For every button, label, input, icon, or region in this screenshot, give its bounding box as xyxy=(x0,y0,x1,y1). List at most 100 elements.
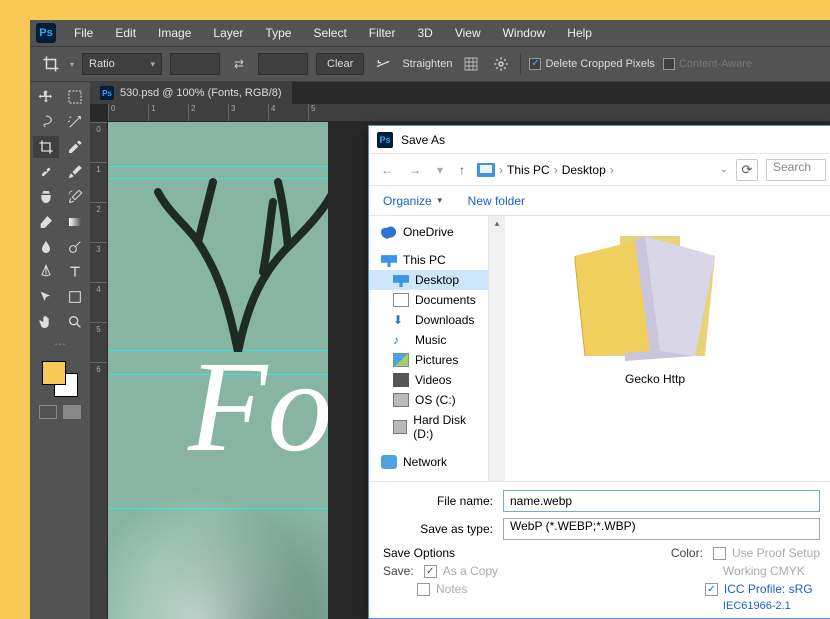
history-brush-tool[interactable] xyxy=(62,186,88,208)
working-cmyk-label: Working CMYK xyxy=(723,564,820,578)
wand-tool[interactable] xyxy=(62,111,88,133)
menu-layer[interactable]: Layer xyxy=(203,22,253,44)
organize-button[interactable]: Organize ▼ xyxy=(383,194,444,208)
dialog-title: Save As xyxy=(401,133,445,147)
tree-pictures[interactable]: Pictures xyxy=(369,350,488,370)
heal-tool[interactable] xyxy=(33,161,59,183)
crop-tool[interactable] xyxy=(33,136,59,158)
menu-filter[interactable]: Filter xyxy=(359,22,406,44)
tree-os-c[interactable]: OS (C:) xyxy=(369,390,488,410)
straighten-icon[interactable] xyxy=(372,53,394,75)
gear-icon[interactable] xyxy=(490,53,512,75)
icc-profile-label: ICC Profile: sRG xyxy=(724,582,813,596)
menu-image[interactable]: Image xyxy=(148,22,201,44)
crop-width-input[interactable] xyxy=(170,53,220,75)
clear-button[interactable]: Clear xyxy=(316,53,364,75)
eyedropper-tool[interactable] xyxy=(62,136,88,158)
videos-icon xyxy=(393,373,409,387)
save-type-value: WebP (*.WEBP;*.WBP) xyxy=(510,519,636,533)
nav-forward-icon[interactable]: → xyxy=(405,163,425,177)
icc-profile-checkbox[interactable] xyxy=(705,583,718,596)
music-icon: ♪ xyxy=(393,333,409,347)
tree-music[interactable]: ♪Music xyxy=(369,330,488,350)
grid-overlay-icon[interactable] xyxy=(460,53,482,75)
hand-tool[interactable] xyxy=(33,311,59,333)
breadcrumb-item[interactable]: Desktop xyxy=(562,163,606,177)
menu-help[interactable]: Help xyxy=(557,22,602,44)
clone-tool[interactable] xyxy=(33,186,59,208)
file-name-input[interactable] xyxy=(503,490,820,512)
color-swatch[interactable] xyxy=(40,359,80,399)
new-folder-button[interactable]: New folder xyxy=(468,194,525,208)
lasso-tool[interactable] xyxy=(33,111,59,133)
tree-documents[interactable]: Documents xyxy=(369,290,488,310)
dialog-nav-bar: ← → ▾ ↑ › This PC › Desktop › ⌄ ⟳ Search xyxy=(369,154,830,186)
crop-height-input[interactable] xyxy=(258,53,308,75)
file-name-label: File name: xyxy=(383,494,503,508)
tree-this-pc[interactable]: This PC xyxy=(369,250,488,270)
pictures-icon xyxy=(393,353,409,367)
menu-select[interactable]: Select xyxy=(303,22,356,44)
dialog-toolbar: Organize ▼ New folder xyxy=(369,186,830,216)
ruler-vertical: 0123456 xyxy=(90,122,108,619)
delete-cropped-option[interactable]: Delete Cropped Pixels xyxy=(529,58,654,70)
eraser-tool[interactable] xyxy=(33,211,59,233)
content-aware-option: Content-Aware xyxy=(663,58,752,70)
standard-mode-icon[interactable] xyxy=(39,405,57,419)
tree-downloads[interactable]: ⬇Downloads xyxy=(369,310,488,330)
menu-edit[interactable]: Edit xyxy=(105,22,146,44)
menu-bar: Ps File Edit Image Layer Type Select Fil… xyxy=(30,20,830,46)
notes-checkbox xyxy=(417,583,430,596)
use-proof-option: Color: Use Proof Setup xyxy=(671,546,820,560)
photoshop-window: Ps File Edit Image Layer Type Select Fil… xyxy=(30,20,830,619)
icc-profile-option[interactable]: ICC Profile: sRG xyxy=(705,582,820,596)
nav-up-icon[interactable]: ↑ xyxy=(455,163,469,177)
menu-view[interactable]: View xyxy=(445,22,491,44)
quickmask-mode-icon[interactable] xyxy=(63,405,81,419)
gradient-tool[interactable] xyxy=(62,211,88,233)
type-tool[interactable] xyxy=(62,261,88,283)
fg-color[interactable] xyxy=(42,361,66,385)
document-icon xyxy=(393,293,409,307)
canvas-texture xyxy=(108,469,328,619)
pen-tool[interactable] xyxy=(33,261,59,283)
straighten-label[interactable]: Straighten xyxy=(402,58,452,70)
tree-onedrive[interactable]: OneDrive xyxy=(369,222,488,242)
tree-network[interactable]: Network xyxy=(369,452,488,472)
document-canvas[interactable]: Fo xyxy=(108,122,328,619)
breadcrumb[interactable]: › This PC › Desktop › xyxy=(477,163,614,177)
save-type-select[interactable]: WebP (*.WEBP;*.WBP) xyxy=(503,518,820,540)
search-input[interactable]: Search xyxy=(766,159,826,181)
ratio-select[interactable]: Ratio xyxy=(82,53,162,75)
menu-window[interactable]: Window xyxy=(493,22,556,44)
tree-videos[interactable]: Videos xyxy=(369,370,488,390)
folder-content[interactable]: Gecko Http xyxy=(505,216,830,481)
crop-tool-icon[interactable] xyxy=(40,53,62,75)
blur-tool[interactable] xyxy=(33,236,59,258)
file-fields: File name: Save as type: WebP (*.WEBP;*.… xyxy=(369,481,830,542)
tree-scrollbar[interactable]: ▴ xyxy=(489,216,505,481)
menu-3d[interactable]: 3D xyxy=(407,22,442,44)
nav-back-icon[interactable]: ← xyxy=(377,163,397,177)
menu-file[interactable]: File xyxy=(64,22,103,44)
breadcrumb-item[interactable]: This PC xyxy=(507,163,550,177)
menu-type[interactable]: Type xyxy=(255,22,301,44)
brush-tool[interactable] xyxy=(62,161,88,183)
save-sublabel: Save: xyxy=(383,564,414,578)
tree-desktop[interactable]: Desktop xyxy=(369,270,488,290)
move-tool[interactable] xyxy=(33,86,59,108)
folder-item[interactable]: Gecko Http xyxy=(565,226,745,386)
delete-cropped-checkbox[interactable] xyxy=(529,58,541,70)
shape-tool[interactable] xyxy=(62,286,88,308)
marquee-tool[interactable] xyxy=(62,86,88,108)
swap-icon[interactable]: ⇄ xyxy=(228,53,250,75)
path-tool[interactable] xyxy=(33,286,59,308)
tree-hard-disk-d[interactable]: Hard Disk (D:) xyxy=(369,410,488,444)
nav-recent-icon[interactable]: ▾ xyxy=(433,163,447,177)
save-options: Save Options Save: As a Copy Notes Color… xyxy=(369,542,830,618)
dodge-tool[interactable] xyxy=(62,236,88,258)
refresh-button[interactable]: ⟳ xyxy=(736,159,758,181)
zoom-tool[interactable] xyxy=(62,311,88,333)
as-a-copy-option: Save: As a Copy xyxy=(383,564,498,578)
document-tab[interactable]: Ps 530.psd @ 100% (Fonts, RGB/8) xyxy=(90,82,292,104)
